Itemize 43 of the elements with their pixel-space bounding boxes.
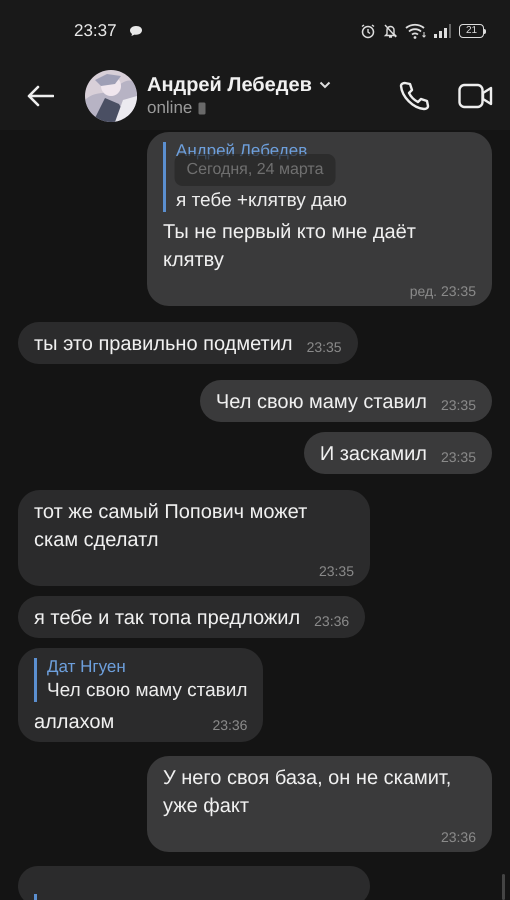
message-icon: [128, 25, 143, 37]
phone-icon: [198, 102, 206, 114]
quote-bar: [163, 142, 166, 212]
alarm-icon: [360, 23, 376, 39]
message-time: 23:35: [318, 562, 354, 580]
message-bubble[interactable]: ты это правильно подметил 23:35: [18, 322, 358, 364]
contact-name[interactable]: Андрей Лебедев: [147, 73, 312, 97]
message-text: Ты не первый кто мне даёт клятву: [163, 220, 417, 273]
message-time: 23:36: [212, 716, 248, 734]
wifi-icon: [405, 23, 427, 39]
message-bubble[interactable]: Чел свою маму ставил 23:35: [200, 380, 492, 422]
quote-bar: [34, 658, 37, 702]
reply-text: я тебе +клятву даю: [176, 189, 347, 213]
muted-bell-icon: [383, 23, 398, 39]
call-icon[interactable]: [398, 80, 430, 112]
presence-status: online: [147, 97, 192, 119]
reply-author: Дат Нгуен: [47, 656, 127, 678]
message-time: 23:35: [306, 338, 342, 356]
message-time: 23:35: [440, 448, 476, 466]
message-text: тот же самый Попович может скам сделатл: [34, 500, 308, 553]
video-call-icon[interactable]: [458, 83, 494, 109]
signal-icon: [434, 24, 452, 38]
message-text: Чел свою маму ставил: [216, 390, 427, 415]
message-text: аллахом: [34, 710, 114, 735]
message-bubble[interactable]: тот же самый Попович может скам сделатл 23:35: [18, 490, 370, 586]
scrollbar: [502, 874, 505, 900]
message-time: 23:35: [440, 396, 476, 414]
message-time: 23:36: [314, 612, 350, 630]
status-time: 23:37: [74, 20, 117, 42]
battery-icon: 21: [459, 24, 486, 38]
message-time: ред. 23:35: [410, 282, 476, 300]
message-time: 23:36: [440, 828, 476, 846]
message-text: И заскамил: [320, 442, 427, 467]
chevron-down-icon[interactable]: [318, 81, 331, 89]
message-text: У него своя база, он не скамит, уже факт: [163, 766, 452, 819]
message-bubble[interactable]: Дат Нгуен Чел свою маму ставил аллахом 23:36: [18, 648, 264, 742]
message-bubble[interactable]: И заскамил 23:35: [304, 432, 492, 474]
reply-text: Чел свою маму ставил: [47, 679, 248, 703]
message-bubble[interactable]: У него своя база, он не скамит, уже факт 23:36: [147, 756, 492, 852]
message-text: ты это правильно подметил: [34, 332, 293, 357]
message-text: я тебе и так топа предложил: [34, 606, 300, 631]
back-arrow-icon[interactable]: [26, 85, 54, 107]
message-bubble[interactable]: я тебе и так топа предложил 23:36: [18, 596, 366, 638]
